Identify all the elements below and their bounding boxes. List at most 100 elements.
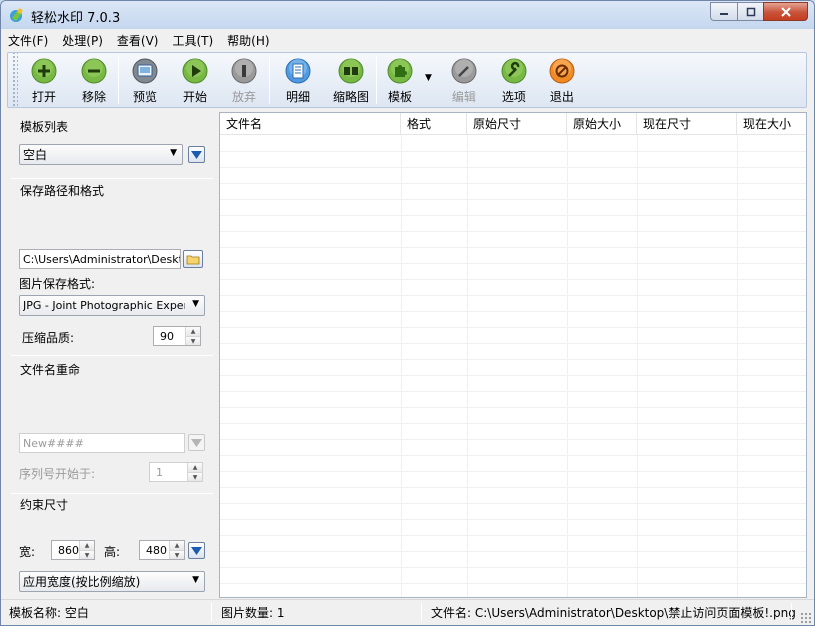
height-label: 高: <box>104 545 121 559</box>
detail-label: 明细 <box>285 90 310 104</box>
menu-help[interactable]: 帮助(H) <box>227 32 269 49</box>
width-stepper[interactable]: 860 ▲ ▼ <box>51 540 95 560</box>
spin-down-icon[interactable]: ▼ <box>170 550 184 559</box>
options-button[interactable]: 选项 <box>490 53 538 107</box>
close-icon <box>780 6 791 17</box>
status-image-count: 图片数量: 1 <box>221 606 285 620</box>
status-divider <box>211 603 212 621</box>
width-label: 宽: <box>19 545 36 559</box>
spin-down-icon[interactable]: ▼ <box>188 472 202 481</box>
template-select[interactable]: 空白 ▼ <box>19 144 183 165</box>
template-button[interactable]: 模板 <box>377 53 423 107</box>
exit-icon <box>549 58 575 84</box>
toolbar-grip[interactable] <box>11 53 18 107</box>
settings-panel: 模板列表 空白 ▼ 保存路径和格式 C:\Users\Administrator… <box>11 112 215 598</box>
remove-button[interactable]: 移除 <box>70 53 118 107</box>
format-select[interactable]: JPG - Joint Photographic Experts Group ▼ <box>19 295 205 316</box>
status-bar: 模板名称: 空白 图片数量: 1 文件名: C:\Users\Administr… <box>1 599 814 625</box>
size-mode-value: 应用宽度(按比例缩放) <box>23 575 141 589</box>
chevron-down-icon: ▼ <box>192 299 199 309</box>
detail-view-button[interactable]: 明细 <box>270 53 326 107</box>
exit-button[interactable]: 退出 <box>538 53 586 107</box>
play-icon <box>182 58 208 84</box>
close-button[interactable] <box>763 2 808 21</box>
exit-label: 退出 <box>549 90 574 104</box>
height-spin-arrows[interactable]: ▲ ▼ <box>169 541 184 559</box>
add-icon <box>31 58 57 84</box>
thumbnail-icon <box>338 58 364 84</box>
sequence-spin-arrows[interactable]: ▲ ▼ <box>187 463 202 481</box>
spin-up-icon[interactable]: ▲ <box>188 463 202 472</box>
menu-file[interactable]: 文件(F) <box>8 32 48 49</box>
format-select-value: JPG - Joint Photographic Experts Group <box>23 299 185 312</box>
rename-pattern-value: New#### <box>23 436 84 450</box>
width-value: 860 <box>58 543 79 557</box>
open-button[interactable]: 打开 <box>18 53 70 107</box>
template-select-value: 空白 <box>23 148 48 162</box>
preview-icon <box>132 58 158 84</box>
size-constraint-title: 约束尺寸 <box>20 498 69 512</box>
menu-view[interactable]: 查看(V) <box>117 32 159 49</box>
file-list-grid[interactable]: 文件名 格式 原始尺寸 原始大小 现在尺寸 现在大小 <box>219 112 807 598</box>
resize-grip[interactable] <box>800 612 812 624</box>
edit-label: 编辑 <box>451 90 476 104</box>
status-file-name: 文件名: C:\Users\Administrator\Desktop\禁止访问… <box>431 606 796 620</box>
column-header-original-size[interactable]: 原始大小 <box>567 113 637 135</box>
sequence-stepper[interactable]: 1 ▲ ▼ <box>149 462 203 482</box>
window-title: 轻松水印 7.0.3 <box>31 11 121 26</box>
template-dropdown-arrow-icon[interactable]: ▼ <box>425 73 432 83</box>
start-button[interactable]: 开始 <box>171 53 219 107</box>
rename-pattern-input[interactable]: New#### <box>19 433 185 453</box>
remove-label: 移除 <box>81 90 106 104</box>
stop-icon <box>231 58 257 84</box>
status-template-name: 模板名称: 空白 <box>9 606 89 620</box>
minimize-button[interactable] <box>710 2 737 21</box>
thumbnail-view-button[interactable]: 缩略图 <box>326 53 376 107</box>
menu-bar: 文件(F) 处理(P) 查看(V) 工具(T) 帮助(H) <box>1 29 814 51</box>
quality-label: 压缩品质: <box>22 331 75 345</box>
preview-button[interactable]: 预览 <box>119 53 171 107</box>
width-spin-arrows[interactable]: ▲ ▼ <box>79 541 94 559</box>
abort-label: 放弃 <box>231 90 256 104</box>
spin-down-icon[interactable]: ▼ <box>186 336 200 345</box>
format-label: 图片保存格式: <box>19 277 96 291</box>
folder-icon <box>186 255 200 264</box>
minimize-icon <box>720 12 728 15</box>
chevron-down-icon: ▼ <box>170 148 177 158</box>
save-path-value: C:\Users\Administrator\Desktop\ <box>23 252 180 266</box>
column-header-format[interactable]: 格式 <box>401 113 467 135</box>
height-value: 480 <box>146 543 167 557</box>
sequence-label: 序列号开始于: <box>19 467 96 481</box>
height-stepper[interactable]: 480 ▲ ▼ <box>139 540 185 560</box>
size-mode-select[interactable]: 应用宽度(按比例缩放) ▼ <box>19 571 205 592</box>
rename-menu-button[interactable] <box>188 434 205 451</box>
spin-up-icon[interactable]: ▲ <box>170 541 184 550</box>
title-bar: 轻松水印 7.0.3 <box>1 1 814 29</box>
quality-spin-arrows[interactable]: ▲ ▼ <box>185 327 200 345</box>
column-header-current-size[interactable]: 现在大小 <box>737 113 806 135</box>
column-header-original-dimensions[interactable]: 原始尺寸 <box>467 113 567 135</box>
browse-folder-button[interactable] <box>183 250 203 268</box>
template-menu-button[interactable] <box>188 146 205 163</box>
spin-up-icon[interactable]: ▲ <box>80 541 94 550</box>
edit-button[interactable]: 编辑 <box>438 53 490 107</box>
window-controls <box>710 2 808 21</box>
column-header-current-dimensions[interactable]: 现在尺寸 <box>637 113 737 135</box>
grid-column-line <box>637 135 638 597</box>
menu-tools[interactable]: 工具(T) <box>172 32 213 49</box>
save-path-input[interactable]: C:\Users\Administrator\Desktop\ <box>19 249 181 269</box>
spin-down-icon[interactable]: ▼ <box>80 550 94 559</box>
start-label: 开始 <box>182 90 207 104</box>
grid-column-line <box>467 135 468 597</box>
column-header-filename[interactable]: 文件名 <box>220 113 401 135</box>
spin-up-icon[interactable]: ▲ <box>186 327 200 336</box>
size-menu-button[interactable] <box>188 542 205 559</box>
divider <box>11 178 213 179</box>
menu-process[interactable]: 处理(P) <box>62 32 103 49</box>
maximize-button[interactable] <box>737 2 763 21</box>
list-detail-icon <box>285 58 311 84</box>
abort-button[interactable]: 放弃 <box>219 53 269 107</box>
quality-stepper[interactable]: 90 ▲ ▼ <box>153 326 201 346</box>
divider <box>11 355 213 356</box>
maximize-icon <box>746 7 755 16</box>
